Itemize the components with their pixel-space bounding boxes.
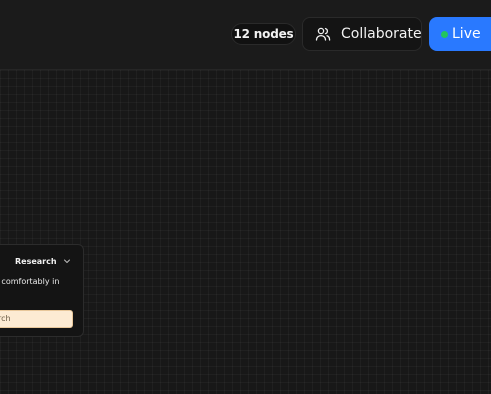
collaborate-button[interactable]: Collaborate: [302, 17, 422, 51]
node-title: Research: [15, 257, 57, 266]
users-icon: [315, 26, 331, 42]
live-button[interactable]: Live: [429, 17, 491, 51]
app-root: 12 nodes Collaborate Live Research comfo…: [0, 0, 491, 394]
flow-canvas[interactable]: [0, 70, 491, 394]
collaborate-label: Collaborate: [341, 26, 422, 42]
node-body-text: ive comfortably in: [0, 277, 60, 286]
live-status-dot: [441, 30, 448, 38]
node-input-field[interactable]: rch: [0, 310, 73, 328]
chevron-down-icon[interactable]: [63, 257, 71, 265]
live-label: Live: [452, 26, 481, 42]
research-node[interactable]: Research ive comfortably in rch: [0, 244, 84, 337]
node-count-badge: 12 nodes: [231, 23, 296, 45]
top-bar: 12 nodes Collaborate Live: [0, 0, 491, 70]
